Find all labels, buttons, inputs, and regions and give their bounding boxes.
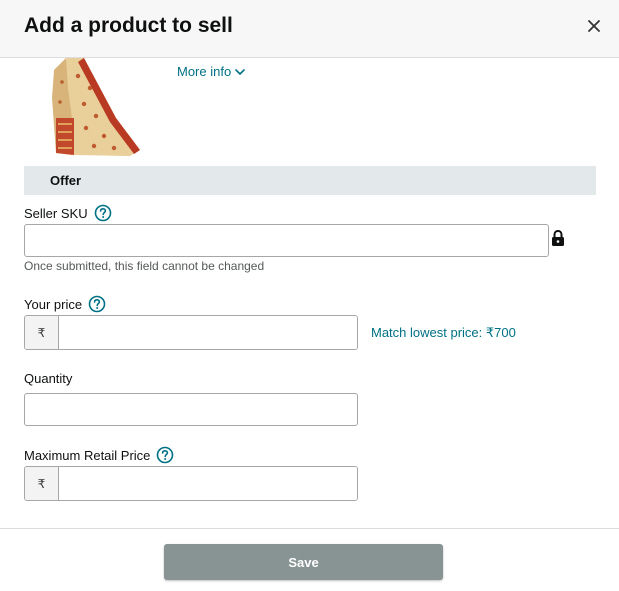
help-icon[interactable]: [156, 446, 174, 464]
lock-icon: [551, 229, 565, 247]
currency-prefix: ₹: [25, 467, 59, 500]
offer-section-header: Offer: [24, 166, 596, 195]
product-image: [44, 58, 144, 158]
quantity-label: Quantity: [24, 371, 73, 386]
seller-sku-hint: Once submitted, this field cannot be cha…: [24, 259, 265, 273]
chevron-down-icon: [235, 68, 246, 75]
seller-sku-label: Seller SKU: [24, 205, 88, 221]
seller-sku-label-row: Seller SKU: [24, 204, 112, 222]
modal-title: Add a product to sell: [24, 14, 233, 37]
quantity-label-row: Quantity: [24, 371, 72, 386]
footer-divider: [0, 528, 619, 529]
mrp-input[interactable]: [59, 467, 357, 500]
match-lowest-price-link[interactable]: Match lowest price: ₹700: [371, 325, 516, 341]
close-icon: [588, 20, 600, 32]
seller-sku-input[interactable]: [24, 224, 549, 257]
currency-prefix: ₹: [25, 316, 59, 349]
modal-header: Add a product to sell: [0, 0, 619, 58]
close-button[interactable]: [587, 14, 609, 40]
mrp-label: Maximum Retail Price: [24, 447, 151, 463]
your-price-input[interactable]: [59, 316, 357, 349]
help-icon[interactable]: [94, 204, 112, 222]
your-price-label: Your price: [24, 296, 83, 312]
help-icon[interactable]: [88, 295, 106, 313]
more-info-label: More info: [177, 64, 232, 79]
mrp-field: ₹: [24, 466, 358, 501]
more-info-link[interactable]: More info: [177, 64, 246, 79]
mrp-label-row: Maximum Retail Price: [24, 446, 174, 464]
quantity-input[interactable]: [24, 393, 358, 426]
offer-section-title: Offer: [50, 173, 82, 188]
your-price-label-row: Your price: [24, 295, 106, 313]
save-button[interactable]: Save: [164, 544, 443, 580]
your-price-field: ₹: [24, 315, 358, 350]
